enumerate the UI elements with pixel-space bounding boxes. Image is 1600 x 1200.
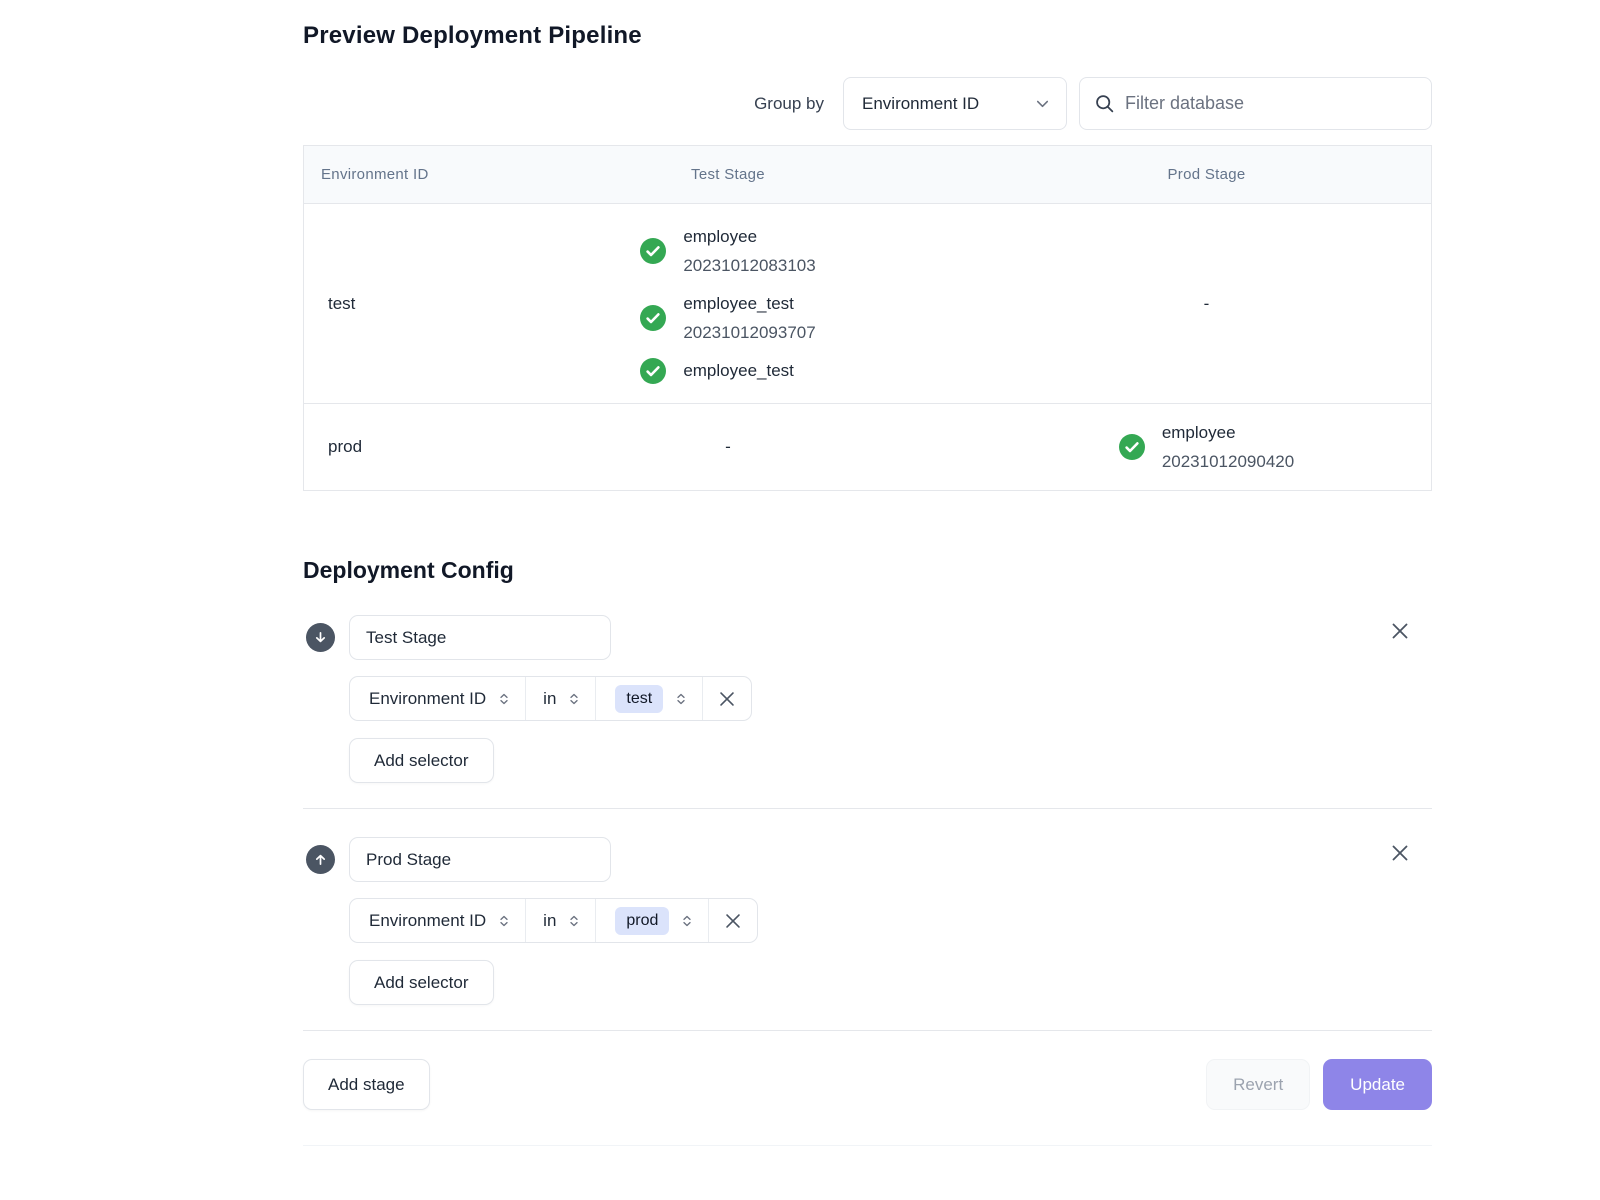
selector-value-select[interactable]: test <box>595 677 702 720</box>
success-check-icon <box>640 238 666 264</box>
footer-actions: Add stage Revert Update <box>303 1059 1432 1110</box>
success-check-icon <box>640 305 666 331</box>
stage-config-prod: Environment ID in prod <box>303 837 1432 1005</box>
update-button[interactable]: Update <box>1323 1059 1432 1110</box>
chevron-updown-icon <box>679 913 695 929</box>
pipeline-table-header: Environment ID Test Stage Prod Stage <box>304 146 1431 204</box>
search-icon <box>1094 93 1115 114</box>
database-name: employee_test <box>683 289 815 318</box>
arrow-up-circle-icon <box>306 845 335 874</box>
database-version: 20231012083103 <box>683 251 815 280</box>
column-header-test-stage: Test Stage <box>474 146 982 203</box>
database-name: employee <box>683 222 815 251</box>
selector-value-badge: test <box>615 685 663 713</box>
selector-row: Environment ID in prod <box>349 898 758 943</box>
selector-operator-select[interactable]: in <box>525 677 595 720</box>
selector-key-select[interactable]: Environment ID <box>350 677 525 720</box>
environment-id-cell: test <box>304 204 474 403</box>
stage-name-input[interactable] <box>349 837 611 882</box>
chevron-updown-icon <box>496 913 512 929</box>
database-list: employee 20231012090420 <box>1119 418 1294 476</box>
test-stage-cell-empty: - <box>474 404 982 490</box>
database-item[interactable]: employee_test <box>640 356 794 385</box>
chevron-updown-icon <box>496 691 512 707</box>
success-check-icon <box>640 358 666 384</box>
config-footer-divider <box>303 1030 1432 1031</box>
group-by-select[interactable]: Environment ID <box>843 77 1067 130</box>
page-title: Preview Deployment Pipeline <box>303 22 1432 50</box>
chevron-down-icon <box>1033 94 1052 113</box>
stage-name-input[interactable] <box>349 615 611 660</box>
test-stage-cell: employee 20231012083103 employee_test 20… <box>474 204 982 403</box>
add-stage-button[interactable]: Add stage <box>303 1059 430 1110</box>
database-name: employee <box>1162 418 1294 447</box>
prod-stage-cell: employee 20231012090420 <box>982 404 1431 490</box>
selector-value-select[interactable]: prod <box>595 899 708 942</box>
pipeline-table: Environment ID Test Stage Prod Stage tes… <box>303 145 1432 491</box>
prod-stage-cell-empty: - <box>982 204 1431 403</box>
remove-stage-button[interactable] <box>1386 839 1414 867</box>
add-selector-button[interactable]: Add selector <box>349 738 494 783</box>
selector-value-badge: prod <box>615 907 669 935</box>
database-name: employee_test <box>683 356 794 385</box>
remove-selector-button[interactable] <box>702 677 751 720</box>
arrow-down-circle-icon <box>306 623 335 652</box>
group-by-selected-value: Environment ID <box>862 94 979 114</box>
column-header-prod-stage: Prod Stage <box>982 146 1431 203</box>
close-icon <box>722 910 744 932</box>
table-controls: Group by Environment ID <box>303 77 1432 130</box>
table-row: prod - employee 20231012090420 <box>304 404 1431 490</box>
database-version: 20231012093707 <box>683 318 815 347</box>
environment-id-cell: prod <box>304 404 474 490</box>
group-by-label: Group by <box>754 94 824 114</box>
database-item[interactable]: employee 20231012083103 <box>640 222 815 280</box>
database-item[interactable]: employee 20231012090420 <box>1119 418 1294 476</box>
close-icon <box>716 688 738 710</box>
success-check-icon <box>1119 434 1145 460</box>
database-list: employee 20231012083103 employee_test 20… <box>640 222 815 385</box>
column-header-environment-id: Environment ID <box>304 146 474 203</box>
remove-selector-button[interactable] <box>708 899 757 942</box>
table-row: test employee 20231012083103 <box>304 204 1431 404</box>
page-bottom-divider <box>303 1145 1432 1146</box>
filter-database-input[interactable] <box>1125 93 1417 114</box>
chevron-updown-icon <box>673 691 689 707</box>
deployment-config-title: Deployment Config <box>303 557 1432 584</box>
stage-config-test: Environment ID in test <box>303 615 1432 783</box>
revert-button[interactable]: Revert <box>1206 1059 1310 1110</box>
selector-row: Environment ID in test <box>349 676 752 721</box>
selector-operator-select[interactable]: in <box>525 899 595 942</box>
stage-divider <box>303 808 1432 809</box>
selector-key-select[interactable]: Environment ID <box>350 899 525 942</box>
main-content: Preview Deployment Pipeline Group by Env… <box>303 0 1432 1146</box>
database-item[interactable]: employee_test 20231012093707 <box>640 289 815 347</box>
add-selector-button[interactable]: Add selector <box>349 960 494 1005</box>
filter-database-box <box>1079 77 1432 130</box>
chevron-updown-icon <box>566 913 582 929</box>
database-version: 20231012090420 <box>1162 447 1294 476</box>
chevron-updown-icon <box>566 691 582 707</box>
remove-stage-button[interactable] <box>1386 617 1414 645</box>
